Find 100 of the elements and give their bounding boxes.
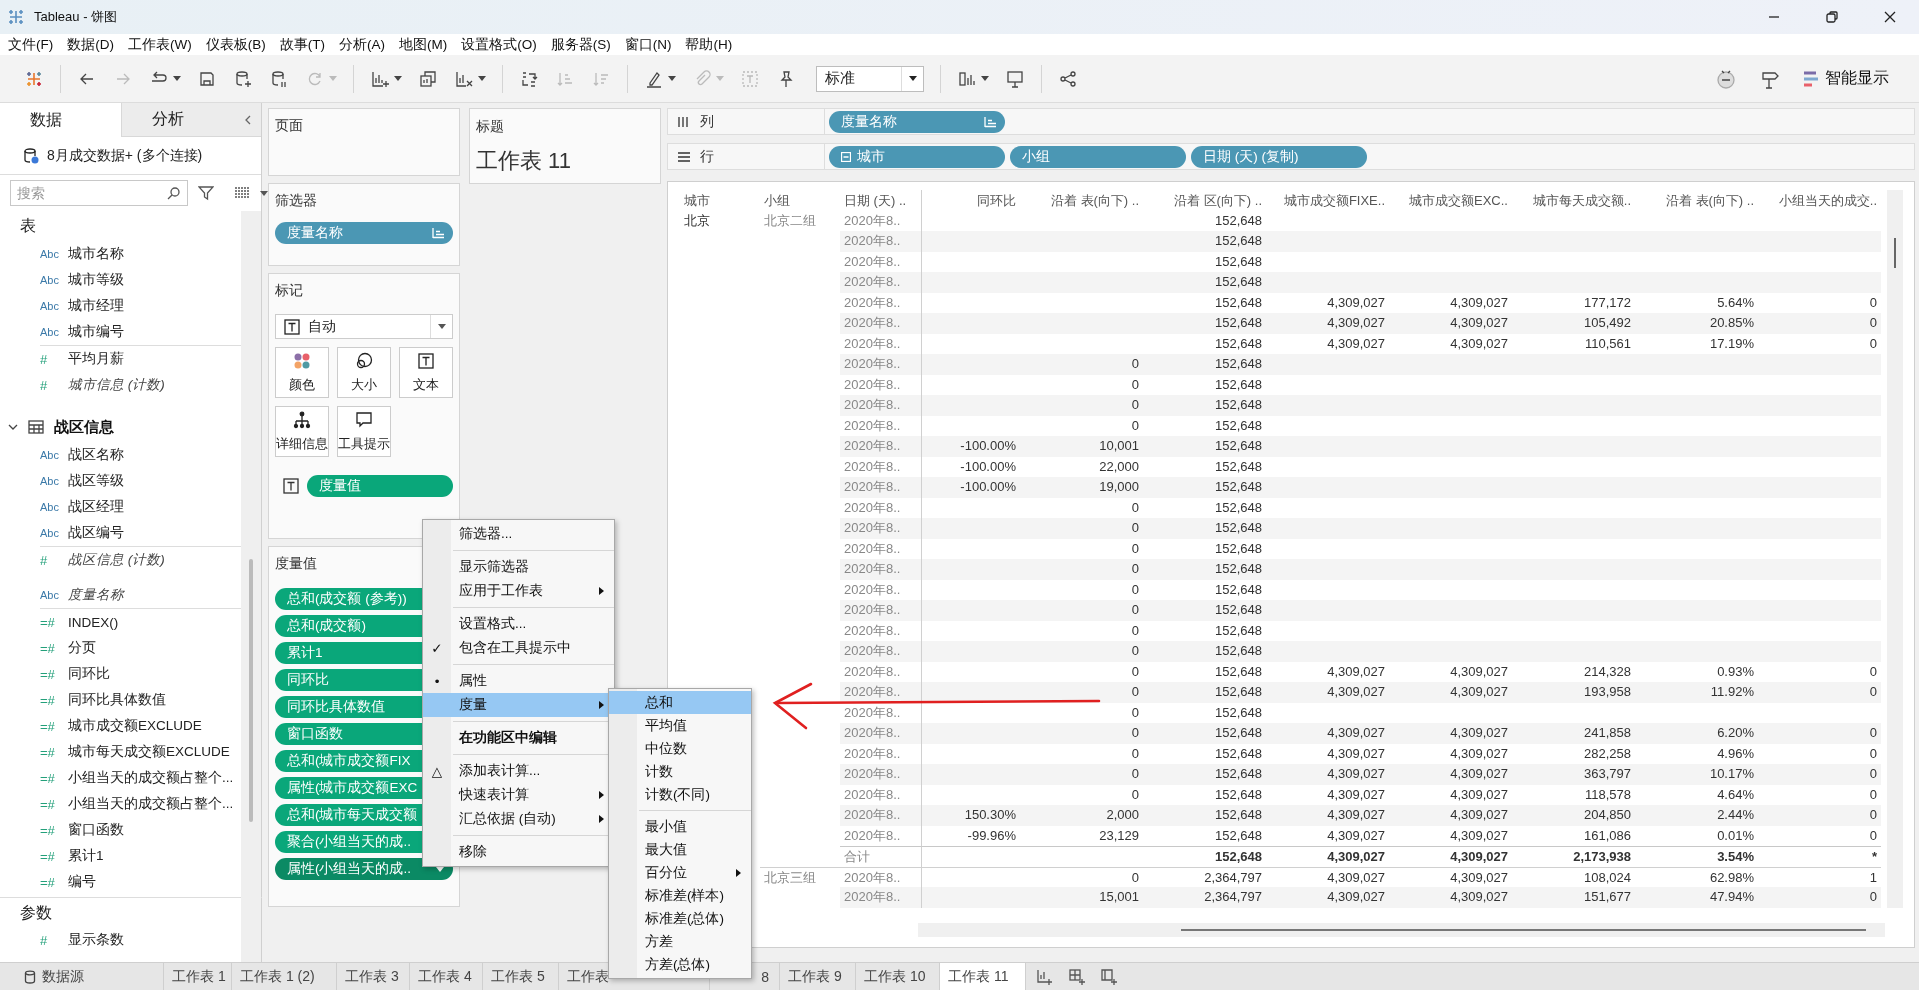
- field-name[interactable]: 城市名称: [68, 245, 124, 263]
- field-name[interactable]: 战区信息 (计数): [68, 551, 165, 569]
- field-name[interactable]: 城市信息 (计数): [68, 376, 165, 394]
- field-name[interactable]: 城市经理: [68, 297, 124, 315]
- menu-item[interactable]: 方差(总体): [609, 953, 751, 976]
- mark-encoding-button[interactable]: 工具提示: [337, 406, 391, 457]
- new-story-icon[interactable]: [1100, 967, 1118, 986]
- menu-item[interactable]: 百分位: [609, 861, 751, 884]
- new-dashboard-icon[interactable]: [1068, 967, 1086, 986]
- field-name[interactable]: 累计1: [68, 847, 104, 865]
- field-name[interactable]: 同环比: [68, 665, 110, 683]
- menu-item[interactable]: 平均值: [609, 714, 751, 737]
- column-header[interactable]: 小组当天的成交..: [1758, 190, 1881, 212]
- horizontal-scrollbar[interactable]: [918, 922, 1885, 937]
- field-name[interactable]: 战区编号: [68, 524, 124, 542]
- column-header[interactable]: 城市成交额FIXE..: [1266, 190, 1389, 212]
- field-name[interactable]: 战区等级: [68, 472, 124, 490]
- menu-item[interactable]: 筛选器...: [423, 522, 614, 546]
- list-view-icon[interactable]: [234, 186, 250, 200]
- chevron-down-icon[interactable]: [8, 422, 18, 432]
- field-pill[interactable]: 属性(小组当天的成..: [275, 858, 453, 880]
- fit-dropdown[interactable]: 标准: [816, 65, 924, 92]
- menu-item[interactable]: 故事(T): [272, 34, 332, 55]
- menu-item[interactable]: 分析(A): [332, 34, 392, 55]
- mark-encoding-button[interactable]: 详细信息: [275, 406, 329, 457]
- field-name[interactable]: 分页: [68, 639, 96, 657]
- mark-encoding-button[interactable]: 文本: [399, 347, 453, 398]
- menu-item[interactable]: 服务器(S): [543, 34, 618, 55]
- menu-item[interactable]: 文件(F): [1, 34, 61, 55]
- text-icon[interactable]: [283, 478, 299, 494]
- menu-item[interactable]: 显示筛选器: [423, 555, 614, 579]
- column-header[interactable]: 同环比: [922, 190, 1020, 212]
- column-header[interactable]: 城市成交额EXC..: [1389, 190, 1512, 212]
- pane-tab[interactable]: 数据: [0, 103, 122, 137]
- menu-item[interactable]: 最小值: [609, 815, 751, 838]
- sheet-tab[interactable]: 工作表 1 (2): [232, 963, 337, 990]
- column-header[interactable]: 城市每天成交额..: [1512, 190, 1635, 212]
- field-name[interactable]: 城市成交额EXCLUDE: [68, 717, 202, 735]
- field-name[interactable]: 平均月薪: [68, 350, 124, 368]
- duplicate-icon[interactable]: [418, 68, 438, 89]
- field-name[interactable]: 同环比具体数值: [68, 691, 166, 709]
- menu-item[interactable]: 仪表板(B): [198, 34, 273, 55]
- mark-type-dropdown[interactable]: 自动: [275, 314, 453, 339]
- field-name[interactable]: 战区经理: [68, 498, 124, 516]
- field-name[interactable]: 城市每天成交额EXCLUDE: [68, 743, 230, 761]
- collapse-box-icon[interactable]: [841, 151, 851, 162]
- caret-icon[interactable]: [981, 76, 989, 81]
- sheet-tab[interactable]: 工作表 5: [483, 963, 559, 990]
- mark-encoding-button[interactable]: 大小: [337, 347, 391, 398]
- column-header[interactable]: 沿着 表(向下) ..: [1635, 190, 1758, 212]
- menu-item[interactable]: 计数: [609, 760, 751, 783]
- menu-item[interactable]: 设置格式(O): [454, 34, 544, 55]
- menu-item[interactable]: 总和: [609, 691, 751, 714]
- column-header[interactable]: 日期 (天) ..: [840, 190, 922, 212]
- column-header[interactable]: 城市: [680, 190, 760, 212]
- menu-item[interactable]: 标准差(总体): [609, 907, 751, 930]
- field-name[interactable]: 小组当天的成交额占整个...: [68, 769, 234, 787]
- share-icon[interactable]: [1058, 68, 1078, 89]
- filter-icon[interactable]: [198, 185, 214, 201]
- menu-item[interactable]: 中位数: [609, 737, 751, 760]
- sheet-tab[interactable]: 工作表 11: [940, 963, 1026, 990]
- menu-item[interactable]: 窗口(N): [617, 34, 679, 55]
- menu-item[interactable]: 方差: [609, 930, 751, 953]
- mark-encoding-button[interactable]: 颜色: [275, 347, 329, 398]
- data-source-name[interactable]: 8月成交数据+ (多个连接): [47, 146, 203, 165]
- field-name[interactable]: INDEX(): [68, 614, 119, 630]
- sheet-tab[interactable]: 工作表 4: [410, 963, 483, 990]
- scrollbar[interactable]: [241, 211, 261, 962]
- column-header[interactable]: 沿着 表(向下) ..: [1020, 190, 1143, 212]
- vertical-scrollbar[interactable]: [1887, 190, 1903, 908]
- presentation-icon[interactable]: [1005, 68, 1025, 89]
- menu-item[interactable]: 数据(D): [60, 34, 121, 55]
- column-header[interactable]: 小组: [760, 190, 840, 212]
- field-name[interactable]: 战区名称: [68, 446, 124, 464]
- menu-item[interactable]: 最大值: [609, 838, 751, 861]
- sheet-tab[interactable]: 工作表 9: [780, 963, 856, 990]
- menu-item[interactable]: 工作表(W): [121, 34, 199, 55]
- search-field[interactable]: 搜索: [10, 180, 188, 206]
- caret-icon[interactable]: [394, 76, 402, 81]
- field-name[interactable]: 城市等级: [68, 271, 124, 289]
- sheet-tab[interactable]: 数据源: [0, 963, 164, 990]
- database-pause-icon[interactable]: [269, 68, 289, 89]
- chevron-left-icon[interactable]: [243, 113, 253, 126]
- menu-item[interactable]: 计数(不同): [609, 783, 751, 806]
- new-sheet-icon[interactable]: [1036, 967, 1054, 986]
- field-name[interactable]: 小组当天的成交额占整个...: [68, 795, 234, 813]
- menu-item[interactable]: 帮助(H): [678, 34, 740, 55]
- caret-icon[interactable]: [908, 76, 917, 81]
- sheet-tab[interactable]: 工作表 1: [164, 963, 232, 990]
- caret-icon[interactable]: [173, 76, 181, 81]
- menu-item[interactable]: 标准差(样本): [609, 884, 751, 907]
- field-name[interactable]: 度量名称: [68, 586, 124, 604]
- caret-icon[interactable]: [668, 76, 676, 81]
- menu-item[interactable]: 地图(M): [392, 34, 455, 55]
- field-name[interactable]: 城市编号: [68, 323, 124, 341]
- field-name[interactable]: 编号: [68, 873, 96, 891]
- database-plus-icon[interactable]: [233, 68, 253, 89]
- column-header[interactable]: 沿着 区(向下) ..: [1143, 190, 1266, 212]
- field-name[interactable]: 显示条数: [68, 931, 124, 949]
- caret-icon[interactable]: [478, 76, 486, 81]
